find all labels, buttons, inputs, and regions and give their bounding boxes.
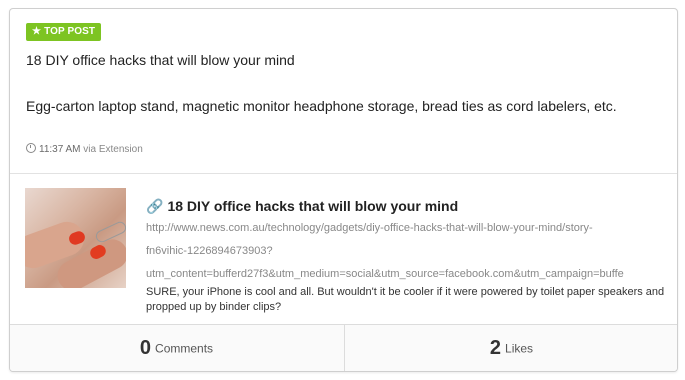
likes-button[interactable]: 2 Likes bbox=[344, 325, 677, 371]
post-meta: 11:37 AM via Extension bbox=[26, 143, 143, 155]
likes-count: 2 bbox=[489, 337, 502, 360]
comments-count: 0 bbox=[139, 337, 152, 360]
comments-label: Comments bbox=[155, 341, 214, 356]
link-thumbnail[interactable] bbox=[25, 188, 126, 288]
link-icon: 🔗 bbox=[146, 198, 164, 214]
top-post-badge: ★ TOP POST bbox=[26, 23, 102, 41]
stats-footer: 0 Comments 2 Likes bbox=[10, 324, 677, 371]
link-url-line: fn6vihic-1226894673903? bbox=[146, 245, 273, 257]
clock-icon bbox=[26, 143, 36, 153]
post-source: via Extension bbox=[83, 144, 143, 155]
likes-label: Likes bbox=[505, 341, 534, 356]
link-url-line: http://www.news.com.au/technology/gadget… bbox=[146, 222, 593, 234]
link-description: SURE, your iPhone is cool and all. But w… bbox=[146, 286, 665, 313]
badge-label: TOP POST bbox=[44, 26, 96, 37]
link-url-line: utm_content=bufferd27f3&utm_medium=socia… bbox=[146, 268, 624, 280]
post-body: ★ TOP POST 18 DIY office hacks that will … bbox=[10, 9, 677, 173]
link-title[interactable]: 🔗 18 DIY office hacks that will blow your… bbox=[146, 198, 458, 215]
post-description: Egg-carton laptop stand, magnetic monito… bbox=[26, 98, 617, 114]
post-card: ★ TOP POST 18 DIY office hacks that will … bbox=[9, 8, 678, 372]
post-title: 18 DIY office hacks that will blow your … bbox=[26, 52, 295, 68]
link-title-text: 18 DIY office hacks that will blow your … bbox=[167, 198, 459, 214]
link-preview[interactable]: 🔗 18 DIY office hacks that will blow your… bbox=[10, 174, 677, 324]
comments-button[interactable]: 0 Comments bbox=[10, 325, 343, 371]
post-time: 11:37 AM bbox=[39, 144, 81, 155]
star-icon: ★ bbox=[32, 26, 42, 37]
link-url[interactable]: http://www.news.com.au/technology/gadget… bbox=[146, 217, 666, 286]
